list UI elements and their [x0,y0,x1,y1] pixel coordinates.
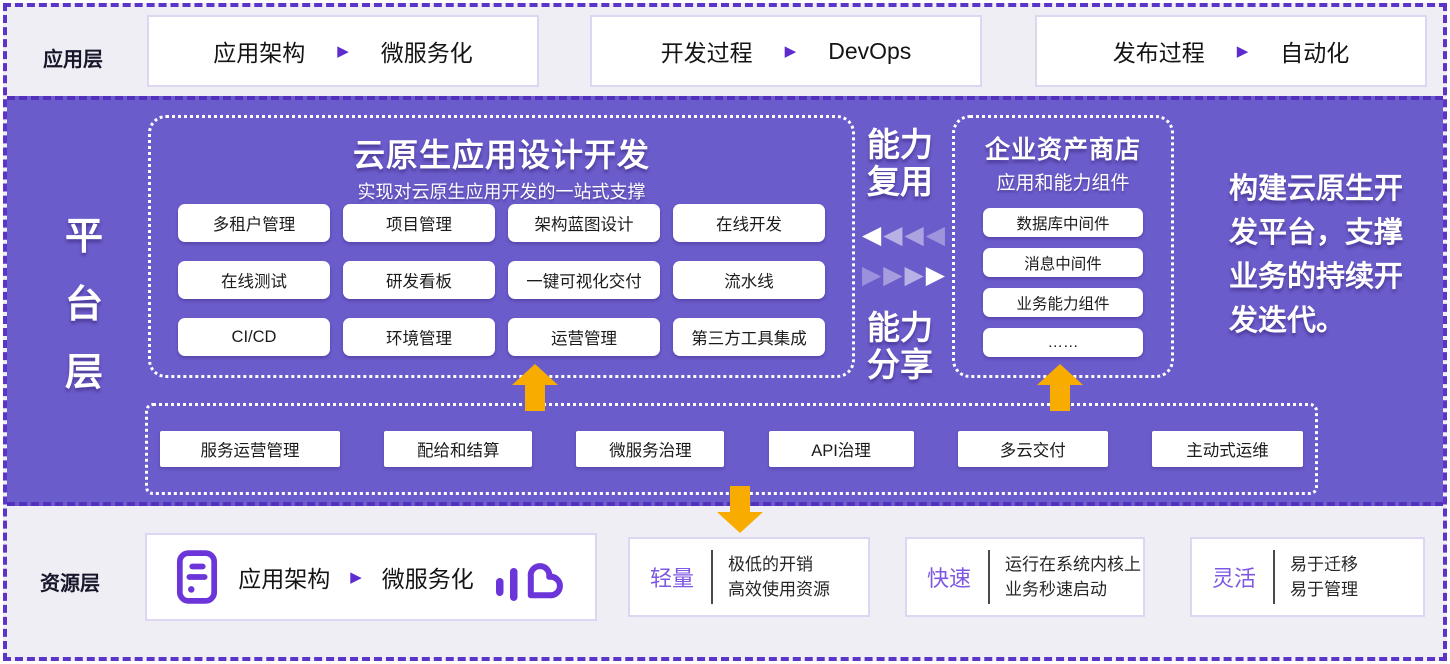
tri-left-icon: ◀ [862,223,881,248]
service-item: 配给和结算 [384,431,532,467]
feature-key: 灵活 [1212,561,1256,593]
feature-key: 轻量 [650,561,694,593]
feature-line: 易于管理 [1290,577,1358,602]
feature-lines: 运行在系统内核上 业务秒速启动 [1005,552,1141,602]
feature-card-flexible: 灵活 易于迁移 易于管理 [1190,537,1425,617]
design-dev-grid: 多租户管理 项目管理 架构蓝图设计 在线开发 在线测试 研发看板 一键可视化交付… [178,204,825,356]
design-grid-item: 流水线 [673,261,825,299]
service-item: 服务运营管理 [160,431,340,467]
tri-right-icon: ▶ [862,263,881,288]
asset-store-item: 业务能力组件 [983,288,1143,317]
design-grid-item: 项目管理 [343,204,495,242]
play-arrow-icon: ▶ [350,570,362,585]
design-grid-item: 在线测试 [178,261,330,299]
share-arrows-icon: ▶ ▶ ▶ ▶ [862,263,954,288]
arch-to-label: 微服务化 [382,560,474,594]
feature-card-fast: 快速 运行在系统内核上 业务秒速启动 [905,537,1145,617]
design-grid-item: 多租户管理 [178,204,330,242]
play-arrow-icon: ▶ [337,44,349,59]
feature-line: 高效使用资源 [728,577,830,602]
feature-key: 快速 [927,561,971,593]
asset-store-panel: 企业资产商店 应用和能力组件 数据库中间件 消息中间件 业务能力组件 …… [952,115,1174,378]
design-grid-item: 第三方工具集成 [673,318,825,356]
platform-layer-label: 平台层 [61,203,107,407]
app-flow-card-architecture: 应用架构 ▶ 微服务化 [147,15,539,87]
feature-line: 运行在系统内核上 [1005,552,1141,577]
up-arrow-icon [511,364,559,411]
design-grid-item: 在线开发 [673,204,825,242]
slogan-text: 构建云原生开发平台，支撑业务的持续开发迭代。 [1229,167,1413,343]
design-dev-subtitle: 实现对云原生应用开发的一站式支撑 [151,178,852,204]
reuse-arrows-icon: ◀ ◀ ◀ ◀ [862,223,954,248]
asset-store-list: 数据库中间件 消息中间件 业务能力组件 …… [955,208,1171,357]
asset-store-subtitle: 应用和能力组件 [955,168,1171,195]
tri-right-icon: ▶ [926,263,945,288]
diagram-canvas: 应用层 应用架构 ▶ 微服务化 开发过程 ▶ DevOps 发布过程 ▶ 自动化… [3,3,1447,661]
app-flow-card-devprocess: 开发过程 ▶ DevOps [590,15,982,87]
design-grid-item: CI/CD [178,318,330,356]
diagram-frame: 应用层 应用架构 ▶ 微服务化 开发过程 ▶ DevOps 发布过程 ▶ 自动化… [0,0,1450,664]
play-arrow-icon: ▶ [785,44,797,59]
cloud-logo-icon [494,548,566,606]
flow-to-label: 微服务化 [381,34,473,68]
asset-store-item: …… [983,328,1143,357]
service-item: API治理 [769,431,914,467]
feature-divider [711,550,713,604]
service-item: 微服务治理 [576,431,724,467]
flow-from-label: 开发过程 [661,34,753,68]
tri-left-icon: ◀ [883,223,902,248]
flow-to-label: DevOps [828,38,911,65]
up-arrow-icon [1036,364,1084,411]
design-dev-panel: 云原生应用设计开发 实现对云原生应用开发的一站式支撑 多租户管理 项目管理 架构… [148,115,855,378]
asset-store-item: 数据库中间件 [983,208,1143,237]
service-item: 主动式运维 [1152,431,1303,467]
service-item: 多云交付 [958,431,1108,467]
feature-divider [988,550,990,604]
app-layer-label: 应用层 [43,43,103,72]
arch-from-label: 应用架构 [238,560,330,594]
tri-right-icon: ▶ [883,263,902,288]
flow-from-label: 发布过程 [1113,34,1205,68]
feature-line: 易于迁移 [1290,552,1358,577]
asset-store-title: 企业资产商店 [955,130,1171,166]
design-grid-item: 研发看板 [343,261,495,299]
services-panel: 服务运营管理 配给和结算 微服务治理 API治理 多云交付 主动式运维 [145,403,1318,495]
feature-card-lightweight: 轻量 极低的开销 高效使用资源 [628,537,870,617]
play-arrow-icon: ▶ [1237,44,1249,59]
tri-left-icon: ◀ [926,223,945,248]
design-grid-item: 环境管理 [343,318,495,356]
feature-divider [1273,550,1275,604]
flow-to-label: 自动化 [1280,34,1349,68]
feature-line: 业务秒速启动 [1005,577,1141,602]
flow-from-label: 应用架构 [213,34,305,68]
asset-store-item: 消息中间件 [983,248,1143,277]
resource-arch-card: 应用架构 ▶ 微服务化 [145,533,597,621]
server-icon [176,549,218,605]
capability-reuse-label: 能力复用 [865,126,935,200]
design-grid-item: 运营管理 [508,318,660,356]
feature-lines: 易于迁移 易于管理 [1290,552,1358,602]
resource-layer-label: 资源层 [40,567,100,596]
down-arrow-icon [716,486,764,533]
capability-share-label: 能力分享 [865,309,935,383]
app-flow-card-release: 发布过程 ▶ 自动化 [1035,15,1427,87]
tri-left-icon: ◀ [904,223,923,248]
feature-line: 极低的开销 [728,552,830,577]
feature-lines: 极低的开销 高效使用资源 [728,552,830,602]
design-grid-item: 一键可视化交付 [508,261,660,299]
tri-right-icon: ▶ [904,263,923,288]
design-grid-item: 架构蓝图设计 [508,204,660,242]
design-dev-title: 云原生应用设计开发 [151,130,852,176]
